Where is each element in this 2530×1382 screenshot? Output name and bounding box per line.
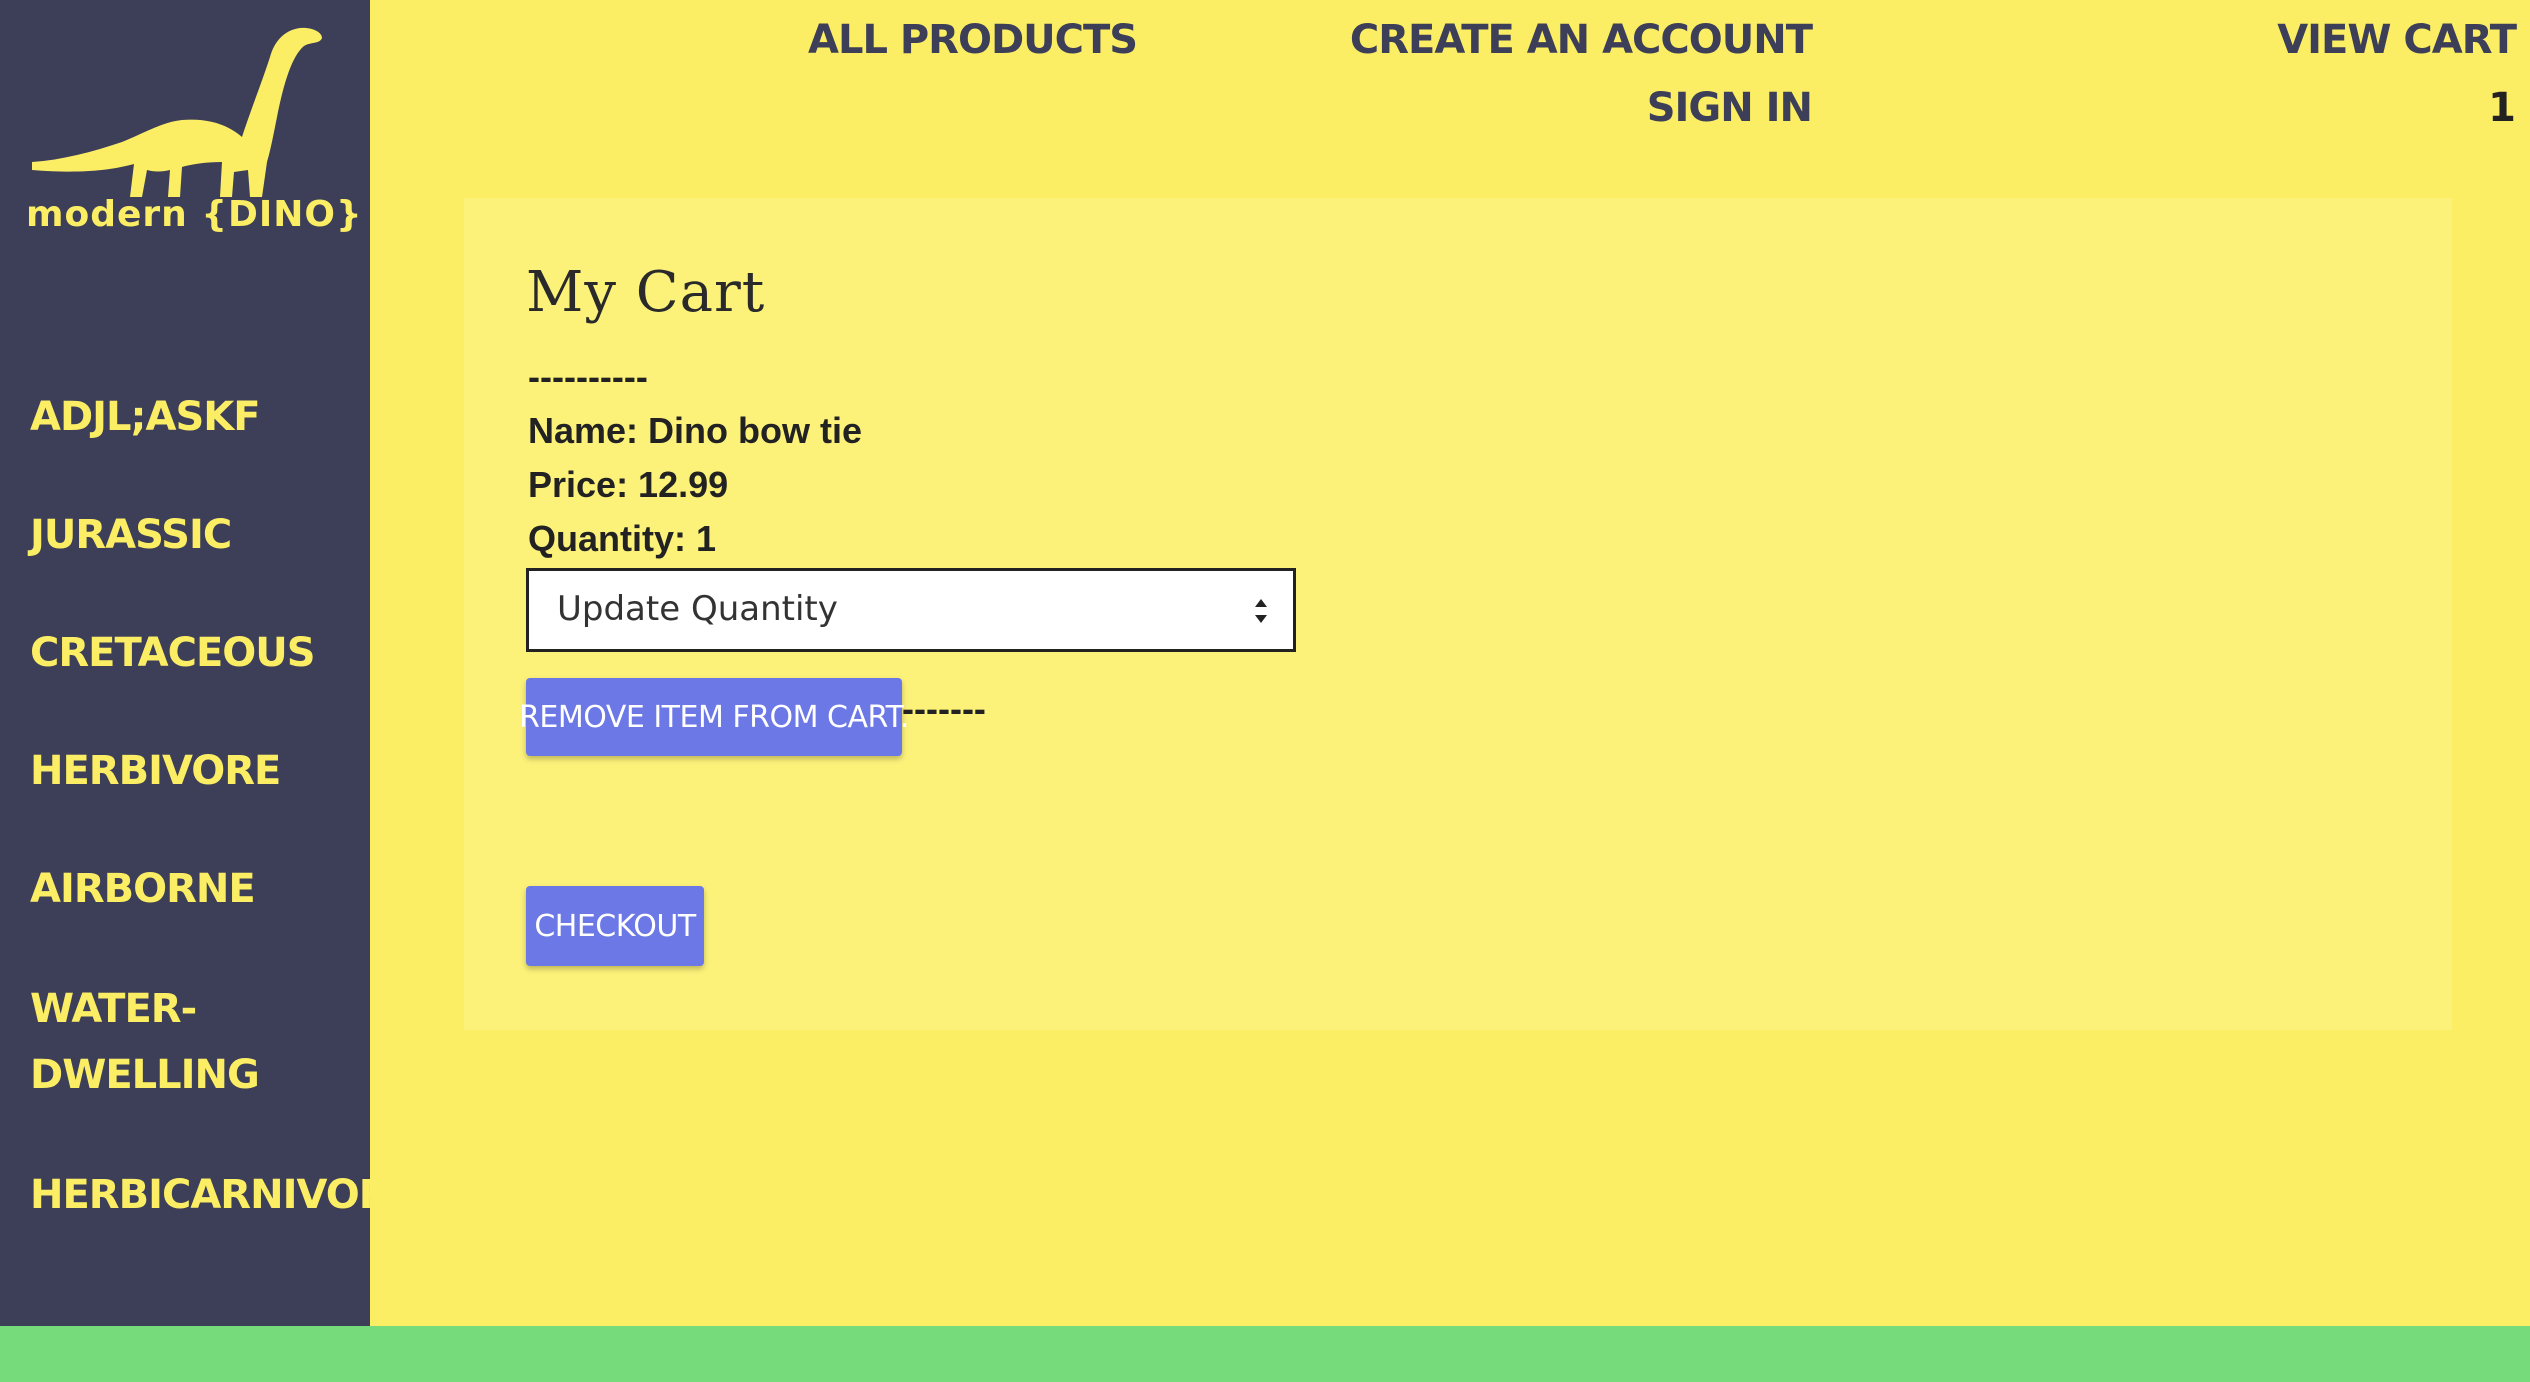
sidebar-item-jurassic[interactable]: JURASSIC: [30, 502, 370, 568]
footer: [0, 1326, 2530, 1382]
page-title: My Cart: [526, 260, 766, 325]
select-arrows-icon: [1255, 599, 1267, 623]
sidebar: modern {DINO} ADJL;ASKF JURASSIC CRETACE…: [0, 0, 416, 1326]
separator: ----------: [528, 356, 648, 397]
item-price: Price: 12.99: [528, 464, 729, 505]
cart-panel: My Cart ---------- Name: Dino bow tie Pr…: [464, 198, 2452, 1030]
dinosaur-icon: [32, 27, 322, 197]
remove-item-button[interactable]: REMOVE ITEM FROM CART.: [519, 678, 909, 756]
cart-count: 1: [2488, 85, 2516, 131]
sidebar-item-cretaceous[interactable]: CRETACEOUS: [30, 620, 370, 686]
sidebar-item-water-dwelling[interactable]: WATER-DWELLING: [30, 976, 260, 1108]
sidebar-item-airborne[interactable]: AIRBORNE: [30, 856, 370, 922]
sidebar-item-herbivore[interactable]: HERBIVORE: [30, 738, 370, 804]
item-quantity: Quantity: 1: [528, 518, 717, 559]
view-cart-link[interactable]: VIEW CART: [2277, 16, 2517, 64]
sidebar-item-adjlaskf[interactable]: ADJL;ASKF: [30, 384, 370, 450]
sign-in-link[interactable]: SIGN IN: [1647, 84, 1813, 132]
quantity-select-value: Update Quantity: [557, 589, 838, 629]
logo[interactable]: modern {DINO}: [22, 12, 362, 242]
sidebar-item-herbicarnivore[interactable]: HERBICARNIVORE: [30, 1162, 416, 1228]
item-name: Name: Dino bow tie: [528, 410, 863, 451]
quantity-select[interactable]: Update Quantity: [526, 568, 1296, 652]
trailing-separator: -------: [902, 688, 986, 729]
checkout-button[interactable]: CHECKOUT: [526, 886, 704, 966]
all-products-link[interactable]: ALL PRODUCTS: [808, 16, 1138, 64]
logo-text: modern {DINO}: [26, 194, 363, 235]
create-account-link[interactable]: CREATE AN ACCOUNT: [1350, 16, 1813, 64]
